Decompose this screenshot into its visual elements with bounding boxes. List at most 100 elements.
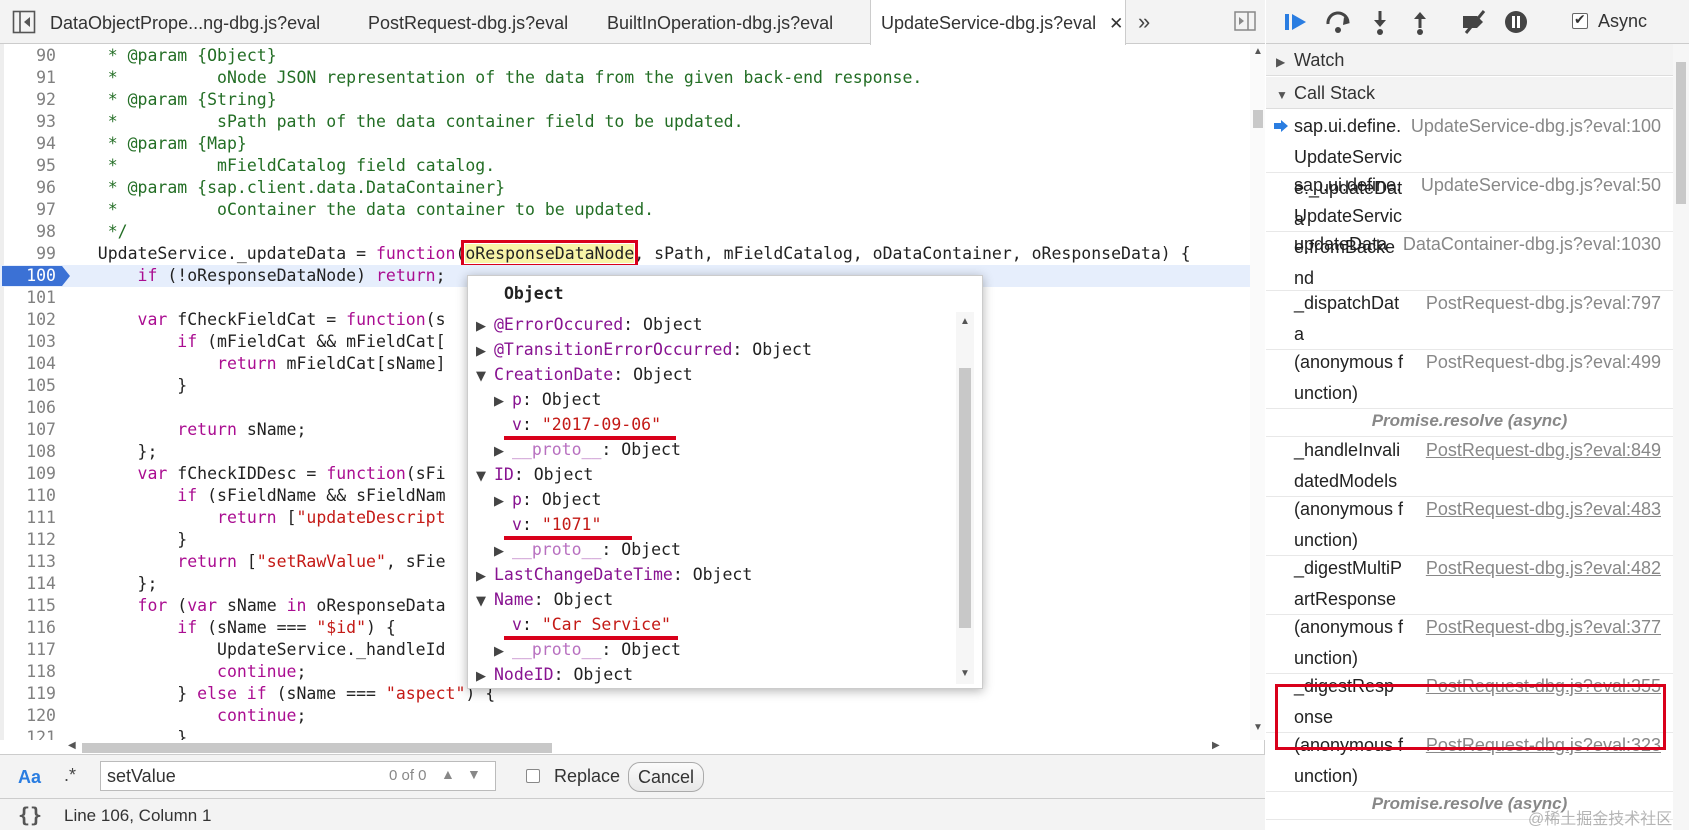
next-match-icon[interactable]: ▼ (467, 766, 481, 782)
tab-dataobjectproperty[interactable]: DataObjectPrope...ng-dbg.js?eval (50, 0, 340, 44)
tree-node[interactable]: ▶ __proto__: Object (494, 537, 681, 562)
code-line[interactable]: 90 * @param {Object} (0, 45, 1250, 67)
call-stack-frame[interactable]: sap.ui.define.UpdateService.fromBackend U… (1266, 169, 1673, 288)
scrollbar-thumb[interactable] (82, 743, 552, 753)
line-number[interactable]: 113 (0, 551, 56, 573)
close-tab-icon[interactable]: ✕ (1109, 1, 1123, 47)
frame-location-link[interactable]: DataContainer-dbg.js?eval:1030 (1403, 229, 1661, 260)
call-stack-frame[interactable]: updateData DataContainer-dbg.js?eval:1030 (1266, 228, 1673, 291)
code-line[interactable]: 93 * sPath path of the data container fi… (0, 111, 1250, 133)
deactivate-breakpoints-icon[interactable] (1460, 8, 1488, 36)
tab-postrequest[interactable]: PostRequest-dbg.js?eval (368, 0, 568, 44)
call-stack-frame[interactable]: (anonymous function) PostRequest-dbg.js?e… (1266, 729, 1673, 792)
scrollbar-thumb[interactable] (959, 368, 971, 628)
expand-triangle-icon[interactable]: ▶ (476, 314, 494, 339)
collapse-triangle-icon[interactable]: ▼ (476, 364, 494, 389)
line-number[interactable]: 104 (0, 353, 56, 375)
more-tabs-icon[interactable]: » (1138, 9, 1150, 35)
call-stack-frame[interactable]: _digestMultiPartResponse PostRequest-dbg.… (1266, 552, 1673, 615)
line-number[interactable]: 119 (0, 683, 56, 705)
line-number[interactable]: 108 (0, 441, 56, 463)
call-stack-frame[interactable]: _digestResponse PostRequest-dbg.js?eval:3… (1266, 670, 1673, 733)
editor-horizontal-scrollbar[interactable]: ◀ ▶ (68, 740, 1250, 754)
line-number[interactable]: 118 (0, 661, 56, 683)
line-number[interactable]: 106 (0, 397, 56, 419)
tree-node[interactable]: ▶ LastChangeDateTime: Object (476, 562, 752, 587)
tree-node[interactable]: v: "2017-09-06" (494, 412, 661, 437)
line-number[interactable]: 107 (0, 419, 56, 441)
tree-node[interactable]: ▶ p: Object (494, 387, 601, 412)
expand-triangle-icon[interactable]: ▶ (494, 539, 512, 564)
call-stack-frame[interactable]: (anonymous function) PostRequest-dbg.js?e… (1266, 346, 1673, 409)
cancel-button[interactable]: Cancel (628, 762, 704, 792)
expand-triangle-icon[interactable]: ▶ (494, 489, 512, 514)
scroll-down-icon[interactable]: ▼ (1253, 722, 1263, 733)
code-line[interactable]: 99 UpdateService._updateData = function(… (0, 240, 1250, 267)
code-line[interactable]: 95 * mFieldCatalog field catalog. (0, 155, 1250, 177)
frame-location-link[interactable]: PostRequest-dbg.js?eval:377 (1426, 612, 1661, 643)
step-out-icon[interactable] (1406, 8, 1434, 36)
line-number[interactable]: 94 (0, 133, 56, 155)
match-case-toggle[interactable]: Aa (18, 767, 41, 788)
popover-scrollbar[interactable]: ▲ ▼ (956, 312, 974, 684)
frame-location-link[interactable]: PostRequest-dbg.js?eval:355 (1426, 671, 1661, 702)
resume-icon[interactable] (1282, 8, 1310, 36)
line-number[interactable]: 95 (0, 155, 56, 177)
line-number[interactable]: 91 (0, 67, 56, 89)
call-stack-frame[interactable]: (anonymous function) PostRequest-dbg.js?e… (1266, 611, 1673, 674)
code-line[interactable]: 98 */ (0, 221, 1250, 243)
frame-location-link[interactable]: UpdateService-dbg.js?eval:50 (1421, 170, 1661, 201)
expand-triangle-icon[interactable]: ▶ (476, 339, 494, 364)
code-line[interactable]: 120 continue; (0, 705, 1250, 727)
frame-location-link[interactable]: PostRequest-dbg.js?eval:797 (1426, 288, 1661, 319)
frame-location-link[interactable]: PostRequest-dbg.js?eval:323 (1426, 730, 1661, 761)
tree-node[interactable]: ▶ __proto__: Object (494, 637, 681, 662)
frame-location-link[interactable]: PostRequest-dbg.js?eval:499 (1426, 347, 1661, 378)
tree-node[interactable]: ▼ ID: Object (476, 462, 593, 487)
line-number[interactable]: 96 (0, 177, 56, 199)
sidebar-scrollbar[interactable] (1673, 44, 1689, 830)
tree-node[interactable]: v: "1071" (494, 512, 601, 537)
code-line[interactable]: 97 * oContainer the data container to be… (0, 199, 1250, 221)
line-number[interactable]: 115 (0, 595, 56, 617)
search-input[interactable] (107, 764, 377, 788)
tree-node[interactable]: ▶ @TransitionErrorOccurred: Object (476, 337, 812, 362)
watch-section-header[interactable]: ▶ Watch (1266, 44, 1673, 76)
call-stack-frame[interactable]: _handleInvalidatedModels PostRequest-dbg.… (1266, 434, 1673, 497)
callstack-section-header[interactable]: ▼ Call Stack (1266, 77, 1673, 109)
expand-triangle-icon[interactable]: ▶ (476, 664, 494, 684)
line-number[interactable]: 100 (0, 265, 56, 287)
line-number[interactable]: 110 (0, 485, 56, 507)
expand-triangle-icon[interactable]: ▶ (494, 639, 512, 664)
tree-node[interactable]: ▶ __proto__: Object (494, 437, 681, 462)
tree-node[interactable]: ▶ @ErrorOccured: Object (476, 312, 703, 337)
collapse-triangle-icon[interactable]: ▼ (476, 589, 494, 614)
toggle-navigator-icon[interactable] (12, 10, 36, 34)
tab-updateservice[interactable]: UpdateService-dbg.js?eval ✕ (870, 0, 1126, 45)
line-number[interactable]: 102 (0, 309, 56, 331)
line-number[interactable]: 93 (0, 111, 56, 133)
previous-match-icon[interactable]: ▲ (441, 766, 455, 782)
frame-location-link[interactable]: PostRequest-dbg.js?eval:483 (1426, 494, 1661, 525)
editor-vertical-scrollbar[interactable]: ▲ ▼ (1250, 44, 1265, 740)
frame-location-link[interactable]: PostRequest-dbg.js?eval:482 (1426, 553, 1661, 584)
collapse-triangle-icon[interactable]: ▼ (476, 464, 494, 489)
call-stack-frame[interactable]: sap.ui.define.UpdateService._updateData U… (1266, 110, 1673, 229)
tree-node[interactable]: ▶ NodeID: Object (476, 662, 633, 684)
tree-node[interactable]: ▶ p: Object (494, 487, 601, 512)
toggle-debugger-sidebar-icon[interactable] (1234, 11, 1256, 31)
step-into-icon[interactable] (1366, 8, 1394, 36)
line-number[interactable]: 120 (0, 705, 56, 727)
scrollbar-thumb[interactable] (1676, 62, 1686, 204)
scrollbar-thumb[interactable] (1253, 110, 1263, 128)
line-number[interactable]: 92 (0, 89, 56, 111)
frame-location-link[interactable]: PostRequest-dbg.js?eval:849 (1426, 435, 1661, 466)
line-number[interactable]: 117 (0, 639, 56, 661)
line-number[interactable]: 111 (0, 507, 56, 529)
step-over-icon[interactable] (1324, 8, 1352, 36)
pretty-print-button[interactable]: {} (18, 803, 42, 827)
scroll-left-icon[interactable]: ◀ (68, 740, 76, 751)
line-number[interactable]: 114 (0, 573, 56, 595)
scroll-up-icon[interactable]: ▲ (1253, 46, 1263, 57)
code-line[interactable]: 92 * @param {String} (0, 89, 1250, 111)
